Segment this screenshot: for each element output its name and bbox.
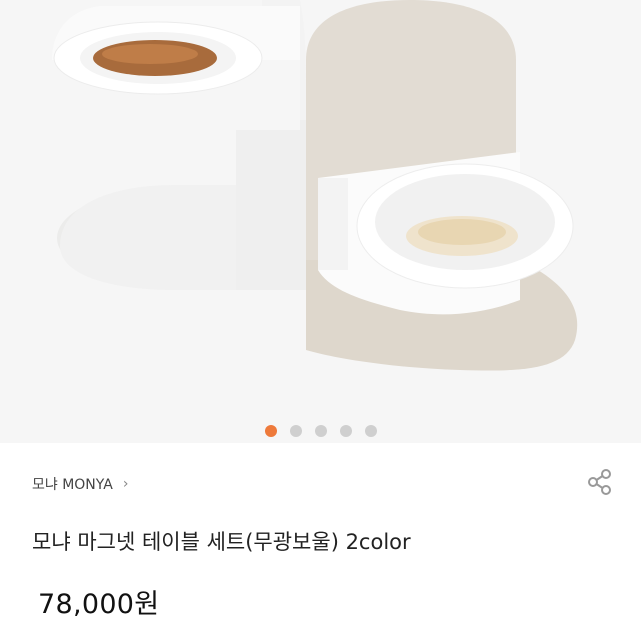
- carousel-dot[interactable]: [314, 425, 327, 437]
- carousel-dot[interactable]: [289, 425, 302, 437]
- chevron-right-icon: ›: [122, 476, 129, 492]
- brand-name: 모냐 MONYA: [32, 477, 113, 493]
- share-icon[interactable]: [586, 468, 614, 496]
- product-image[interactable]: [0, 0, 641, 443]
- product-price: 78,000원: [38, 589, 160, 620]
- bowl-table-illustration: [0, 0, 641, 443]
- carousel-indicator[interactable]: [0, 423, 641, 439]
- carousel-dot[interactable]: [339, 425, 352, 437]
- product-title: 모냐 마그넷 테이블 세트(무광보울) 2color: [32, 530, 411, 554]
- carousel-dot[interactable]: [364, 425, 377, 437]
- carousel-dot[interactable]: [264, 425, 277, 437]
- brand-link[interactable]: 모냐 MONYA ›: [32, 474, 128, 494]
